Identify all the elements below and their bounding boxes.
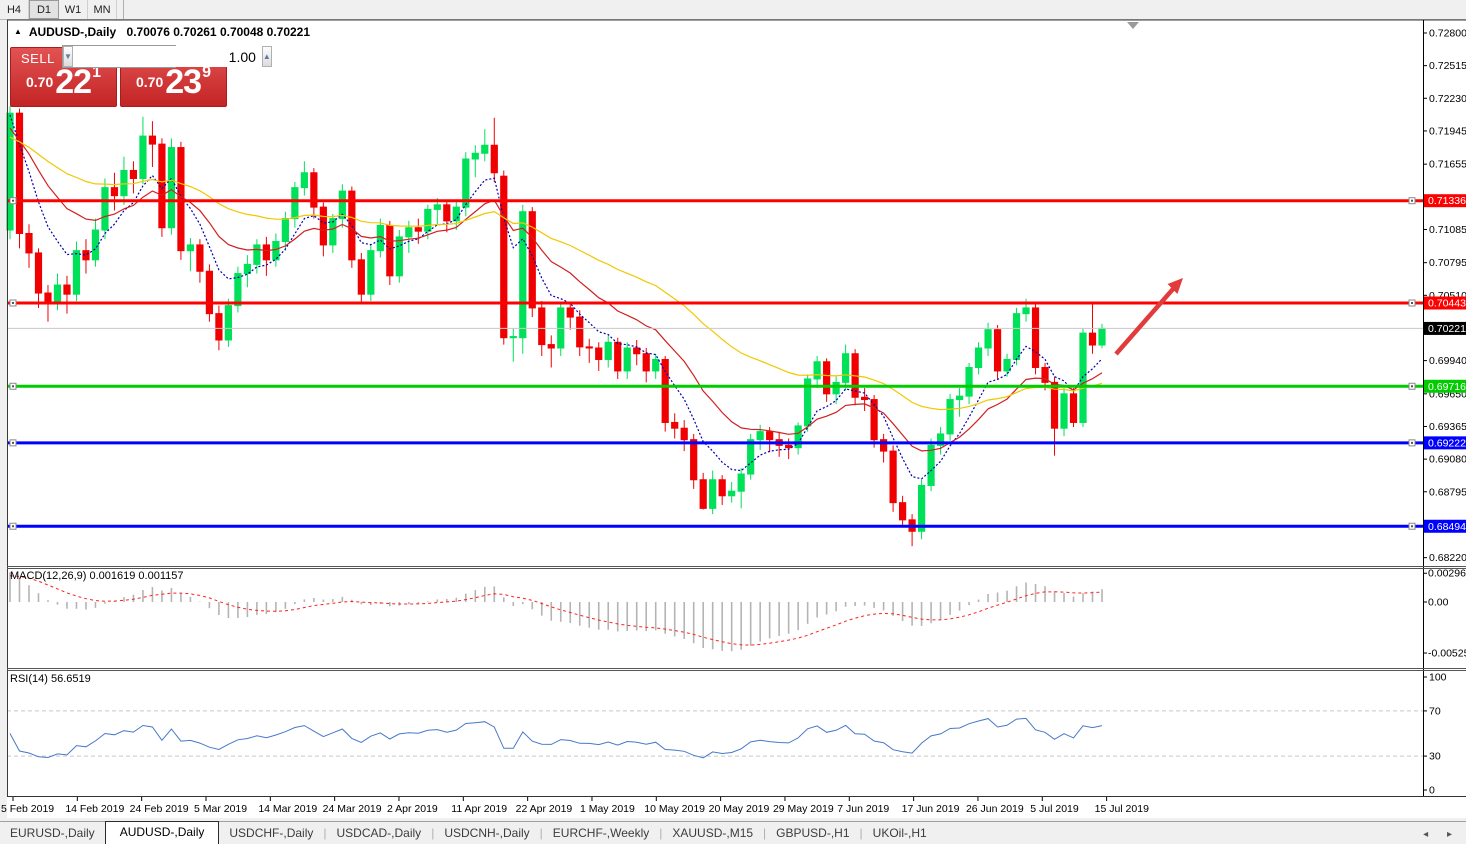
price-tick-label: 0.68795 bbox=[1429, 486, 1466, 498]
macd-signal-line bbox=[10, 576, 1102, 645]
svg-text:0.70221: 0.70221 bbox=[1428, 323, 1466, 335]
mt4-workspace: H4D1W1MN ▲ AUDUSD-,Daily 0.70076 0.70261… bbox=[0, 0, 1466, 843]
date-tick-label: 24 Mar 2019 bbox=[323, 803, 382, 815]
volume-decrease-button[interactable]: ▼ bbox=[63, 46, 73, 67]
price-tick-label: 0.69365 bbox=[1429, 421, 1466, 433]
date-tick-label: 17 Jun 2019 bbox=[902, 803, 960, 815]
symbol-name: AUDUSD-,Daily bbox=[29, 25, 116, 39]
trend-arrow[interactable] bbox=[1116, 289, 1173, 354]
volume-control: ▼ ▲ bbox=[62, 45, 176, 68]
buy-price: 0.70239 bbox=[121, 63, 226, 102]
rsi-tick-label: 0 bbox=[1429, 785, 1435, 797]
date-tick-label: 15 Jul 2019 bbox=[1095, 803, 1149, 815]
price-tick-label: 0.71945 bbox=[1429, 125, 1466, 137]
date-tick-label: 14 Feb 2019 bbox=[65, 803, 124, 815]
macd-histogram bbox=[10, 572, 1102, 651]
line-handle-dot bbox=[1411, 302, 1413, 304]
date-tick-label: 5 Feb 2019 bbox=[1, 803, 54, 815]
price-tick-label: 0.69940 bbox=[1429, 355, 1466, 367]
date-tick-label: 5 Jul 2019 bbox=[1030, 803, 1079, 815]
date-tick-label: 22 Apr 2019 bbox=[516, 803, 573, 815]
svg-text:0.68494: 0.68494 bbox=[1428, 521, 1466, 533]
chart-symbol-header: ▲ AUDUSD-,Daily 0.70076 0.70261 0.70048 … bbox=[14, 25, 310, 39]
price-tick-label: 0.68220 bbox=[1429, 552, 1466, 564]
date-tick-label: 10 May 2019 bbox=[644, 803, 705, 815]
one-click-trading-panel: SELL 0.70221 BUY 0.70239 ▼ ▲ bbox=[10, 45, 226, 105]
macd-tick-label: 0.00 bbox=[1428, 597, 1449, 609]
date-axis: 5 Feb 2019 14 Feb 2019 24 Feb 2019 5 Mar 20… bbox=[1, 797, 1149, 815]
date-tick-label: 24 Feb 2019 bbox=[130, 803, 189, 815]
line-handle-dot bbox=[12, 442, 14, 444]
price-tick-label: 0.70795 bbox=[1429, 257, 1466, 269]
macd-indicator-label: MACD(12,26,9) 0.001619 0.001157 bbox=[10, 570, 183, 582]
date-tick-label: 1 May 2019 bbox=[580, 803, 635, 815]
volume-input[interactable] bbox=[73, 46, 262, 67]
date-tick-label: 29 May 2019 bbox=[773, 803, 834, 815]
rsi-indicator-label: RSI(14) 56.6519 bbox=[10, 673, 91, 685]
price-tick-label: 0.72230 bbox=[1429, 93, 1466, 105]
date-tick-label: 26 Jun 2019 bbox=[966, 803, 1024, 815]
date-tick-label: 11 Apr 2019 bbox=[451, 803, 507, 815]
rsi-tick-label: 70 bbox=[1429, 705, 1441, 717]
line-handle-dot bbox=[12, 302, 14, 304]
sell-price: 0.70221 bbox=[11, 63, 116, 102]
line-handle-dot bbox=[12, 525, 14, 527]
rsi-tick-label: 30 bbox=[1429, 751, 1441, 763]
svg-text:0.70443: 0.70443 bbox=[1428, 297, 1466, 309]
line-handle-dot bbox=[12, 385, 14, 387]
line-handle-dot bbox=[1411, 385, 1413, 387]
symbol-ohlc: 0.70076 0.70261 0.70048 0.70221 bbox=[127, 25, 311, 39]
price-tick-label: 0.69080 bbox=[1429, 454, 1466, 466]
price-tick-label: 0.71655 bbox=[1429, 159, 1466, 171]
price-axis: 0.72800 0.72515 0.72230 0.71945 0.71655 0.710… bbox=[1423, 28, 1466, 797]
volume-increase-button[interactable]: ▲ bbox=[262, 46, 272, 67]
line-handle-dot bbox=[1411, 200, 1413, 202]
svg-text:0.69222: 0.69222 bbox=[1428, 437, 1466, 449]
line-handle-dot bbox=[12, 200, 14, 202]
date-tick-label: 7 Jun 2019 bbox=[837, 803, 889, 815]
macd-tick-label: -0.005255 bbox=[1428, 648, 1466, 660]
price-tick-label: 0.71085 bbox=[1429, 224, 1466, 236]
rsi-tick-label: 100 bbox=[1429, 672, 1447, 684]
svg-text:0.71336: 0.71336 bbox=[1428, 195, 1466, 207]
macd-tick-label: 0.002962 bbox=[1428, 568, 1466, 580]
date-tick-label: 2 Apr 2019 bbox=[387, 803, 438, 815]
line-handle-dot bbox=[1411, 525, 1413, 527]
collapse-panel-icon[interactable]: ▲ bbox=[14, 27, 22, 36]
date-tick-label: 5 Mar 2019 bbox=[194, 803, 247, 815]
price-tick-label: 0.72800 bbox=[1429, 28, 1466, 40]
svg-text:0.69716: 0.69716 bbox=[1428, 381, 1466, 393]
date-tick-label: 20 May 2019 bbox=[709, 803, 770, 815]
candlesticks bbox=[7, 106, 1105, 546]
window-frame bbox=[7, 20, 1466, 797]
price-tick-label: 0.72515 bbox=[1429, 60, 1466, 72]
chart-canvas: 0.72800 0.72515 0.72230 0.71945 0.71655 0.710… bbox=[0, 0, 1466, 843]
rsi-line bbox=[10, 718, 1102, 757]
date-tick-label: 14 Mar 2019 bbox=[258, 803, 317, 815]
line-handle-dot bbox=[1411, 442, 1413, 444]
chart-shift-icon bbox=[1127, 22, 1139, 29]
